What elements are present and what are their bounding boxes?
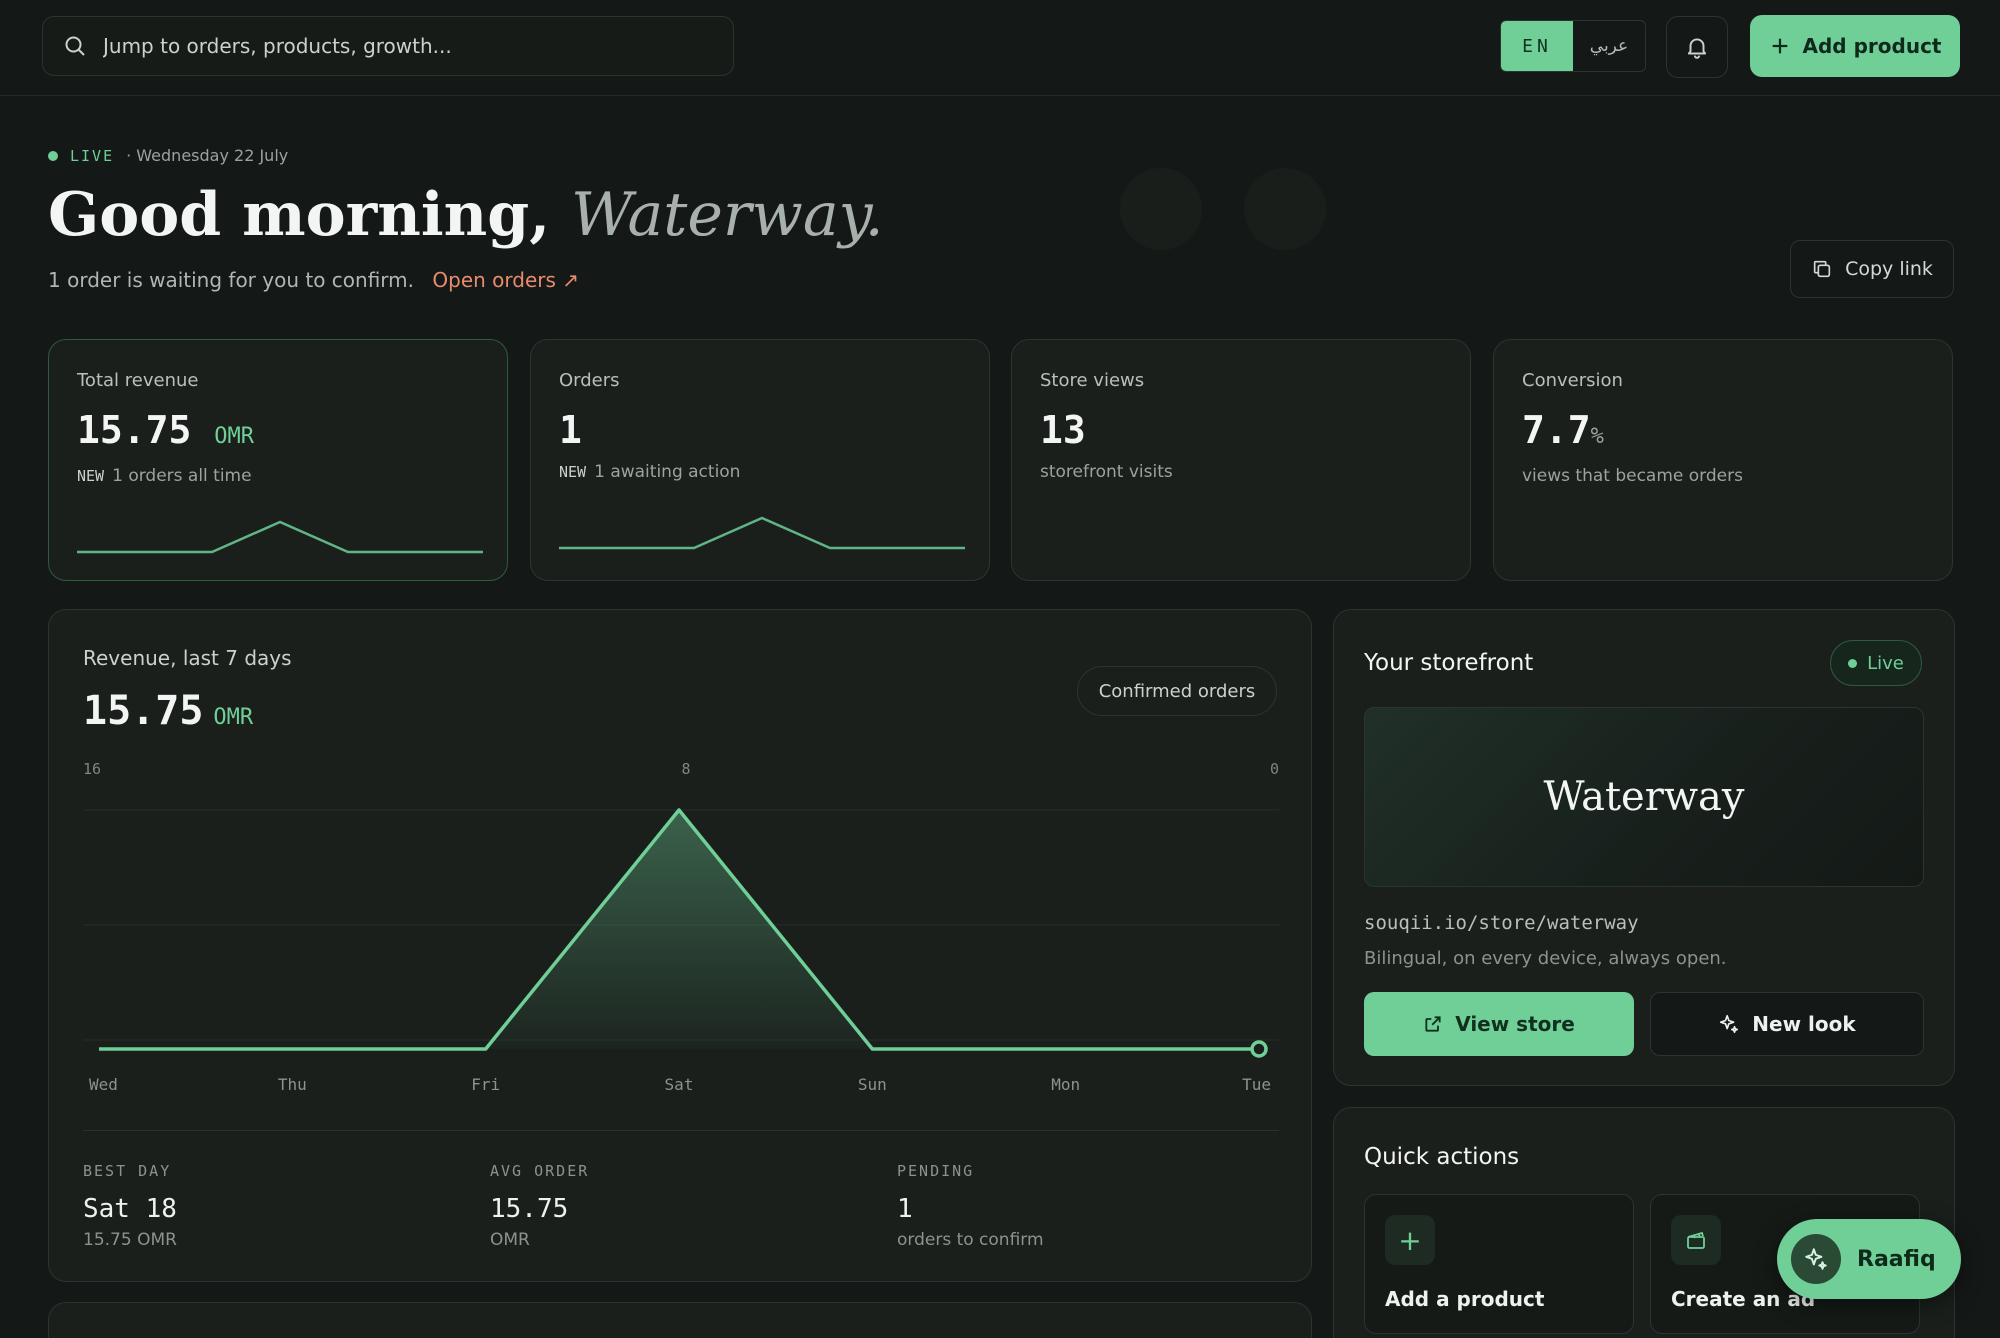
pending-orders-text: 1 order is waiting for you to confirm. — [48, 268, 415, 292]
revenue-chart: 16 8 0 Wed Thu Fri Sat Sun Mon Tue — [83, 760, 1279, 1094]
bell-icon — [1687, 38, 1707, 59]
kpi-avg-order: AVG ORDER 15.75 OMR — [490, 1162, 589, 1250]
kpi-sub: OMR — [490, 1230, 530, 1250]
storefront-live-badge: Live — [1830, 640, 1922, 686]
stat-note: NEW 1 awaiting action — [559, 462, 741, 482]
plus-icon: + — [1385, 1215, 1435, 1265]
kpi-sub: 15.75 OMR — [83, 1230, 177, 1250]
clapper-icon — [1671, 1215, 1721, 1265]
x-tick-label: Mon — [1051, 1075, 1080, 1094]
kpi-sub: orders to confirm — [897, 1230, 1044, 1250]
search-box[interactable] — [42, 16, 734, 76]
storefront-description: Bilingual, on every device, always open. — [1364, 948, 1727, 969]
kpi-label: BEST DAY — [83, 1162, 172, 1180]
search-icon — [65, 36, 85, 56]
storefront-preview[interactable]: Waterway — [1364, 707, 1924, 887]
greeting-name: Waterway. — [571, 180, 884, 250]
stat-value: 7.7% — [1522, 408, 1604, 452]
scale-label: 0 — [1270, 760, 1279, 778]
storefront-panel: Your storefront Live Waterway souqii.io/… — [1333, 609, 1955, 1086]
stat-note: storefront visits — [1040, 462, 1173, 482]
search-input[interactable] — [103, 34, 703, 58]
storefront-url: souqii.io/store/waterway — [1364, 912, 1639, 934]
background-decoration — [1120, 168, 1202, 250]
background-decoration — [1244, 168, 1326, 250]
kpi-label: AVG ORDER — [490, 1162, 590, 1180]
raafiq-assistant-button[interactable]: Raafiq — [1777, 1219, 1961, 1299]
lang-ar-option[interactable]: عربي — [1573, 21, 1645, 71]
notifications-button[interactable] — [1666, 16, 1728, 78]
sparkle-icon — [1720, 1014, 1739, 1034]
live-dot-icon — [1848, 658, 1858, 668]
data-point-tue — [1250, 1040, 1268, 1058]
stat-card-orders[interactable]: Orders 1 NEW 1 awaiting action — [530, 339, 990, 581]
revenue-panel: Revenue, last 7 days 15.75 OMR Confirmed … — [48, 609, 1312, 1282]
x-tick-label: Sat — [665, 1075, 694, 1094]
scale-label: 16 — [83, 760, 101, 778]
scale-label: 8 — [681, 760, 690, 778]
language-toggle[interactable]: EN عربي — [1500, 20, 1646, 72]
x-tick-label: Tue — [1242, 1075, 1271, 1094]
stat-label: Total revenue — [77, 370, 199, 391]
next-panel — [48, 1302, 1312, 1338]
greeting-prefix: Good morning, — [48, 180, 551, 250]
view-store-button[interactable]: View store — [1364, 992, 1634, 1056]
revenue-area — [99, 810, 1259, 1049]
new-look-button[interactable]: New look — [1650, 992, 1924, 1056]
copy-link-label: Copy link — [1845, 258, 1933, 280]
x-tick-label: Fri — [471, 1075, 500, 1094]
add-product-button[interactable]: Add product — [1750, 15, 1960, 77]
stat-card-store-views[interactable]: Store views 13 storefront visits — [1011, 339, 1471, 581]
divider — [83, 1130, 1279, 1131]
quick-action-label: Add a product — [1385, 1287, 1545, 1311]
copy-link-button[interactable]: Copy link — [1790, 240, 1954, 298]
x-tick-label: Thu — [278, 1075, 307, 1094]
plus-icon — [1772, 38, 1787, 54]
stat-label: Orders — [559, 370, 620, 391]
copy-icon — [1813, 260, 1831, 278]
x-tick-label: Wed — [89, 1075, 118, 1094]
live-label: LIVE — [70, 146, 115, 165]
kpi-pending: PENDING 1 orders to confirm — [897, 1162, 1044, 1250]
x-tick-label: Sun — [858, 1075, 887, 1094]
stat-value: 1 — [559, 408, 582, 452]
stat-value: 13 — [1040, 408, 1086, 452]
stat-note: NEW 1 orders all time — [77, 466, 252, 486]
stat-note: views that became orders — [1522, 466, 1743, 486]
open-orders-link[interactable]: Open orders ↗ — [432, 268, 579, 292]
kpi-best-day: BEST DAY Sat 18 15.75 OMR — [83, 1162, 177, 1250]
pending-orders-message: 1 order is waiting for you to confirm. O… — [48, 268, 579, 292]
kpi-value: 15.75 — [490, 1194, 569, 1224]
kpi-value: Sat 18 — [83, 1194, 177, 1224]
lang-en-option[interactable]: EN — [1501, 21, 1573, 71]
stat-value: 15.75 OMR — [77, 408, 255, 452]
kpi-label: PENDING — [897, 1162, 975, 1180]
quick-actions-title: Quick actions — [1364, 1144, 1520, 1170]
stat-label: Conversion — [1522, 370, 1623, 391]
kpi-value: 1 — [897, 1194, 913, 1224]
new-tag: NEW — [559, 463, 587, 481]
stat-card-conversion[interactable]: Conversion 7.7% views that became orders — [1493, 339, 1953, 581]
external-link-icon — [1425, 1016, 1441, 1032]
orders-sparkline — [559, 516, 965, 550]
top-bar: EN عربي Add product — [0, 0, 2000, 96]
revenue-sparkline — [77, 520, 483, 554]
sparkle-icon — [1791, 1234, 1841, 1284]
stat-card-total-revenue[interactable]: Total revenue 15.75 OMR NEW 1 orders all … — [48, 339, 508, 581]
date-label: · Wednesday 22 July — [126, 146, 289, 165]
live-dot-icon — [48, 150, 58, 161]
new-tag: NEW — [77, 467, 105, 485]
quick-action-add-product[interactable]: + Add a product — [1364, 1194, 1634, 1334]
stat-label: Store views — [1040, 370, 1145, 391]
page-title: Good morning, Waterway. — [48, 180, 884, 250]
storefront-title: Your storefront — [1364, 650, 1534, 676]
raafiq-label: Raafiq — [1857, 1246, 1936, 1272]
add-product-label: Add product — [1802, 34, 1942, 58]
live-status-row: LIVE · Wednesday 22 July — [48, 146, 288, 165]
